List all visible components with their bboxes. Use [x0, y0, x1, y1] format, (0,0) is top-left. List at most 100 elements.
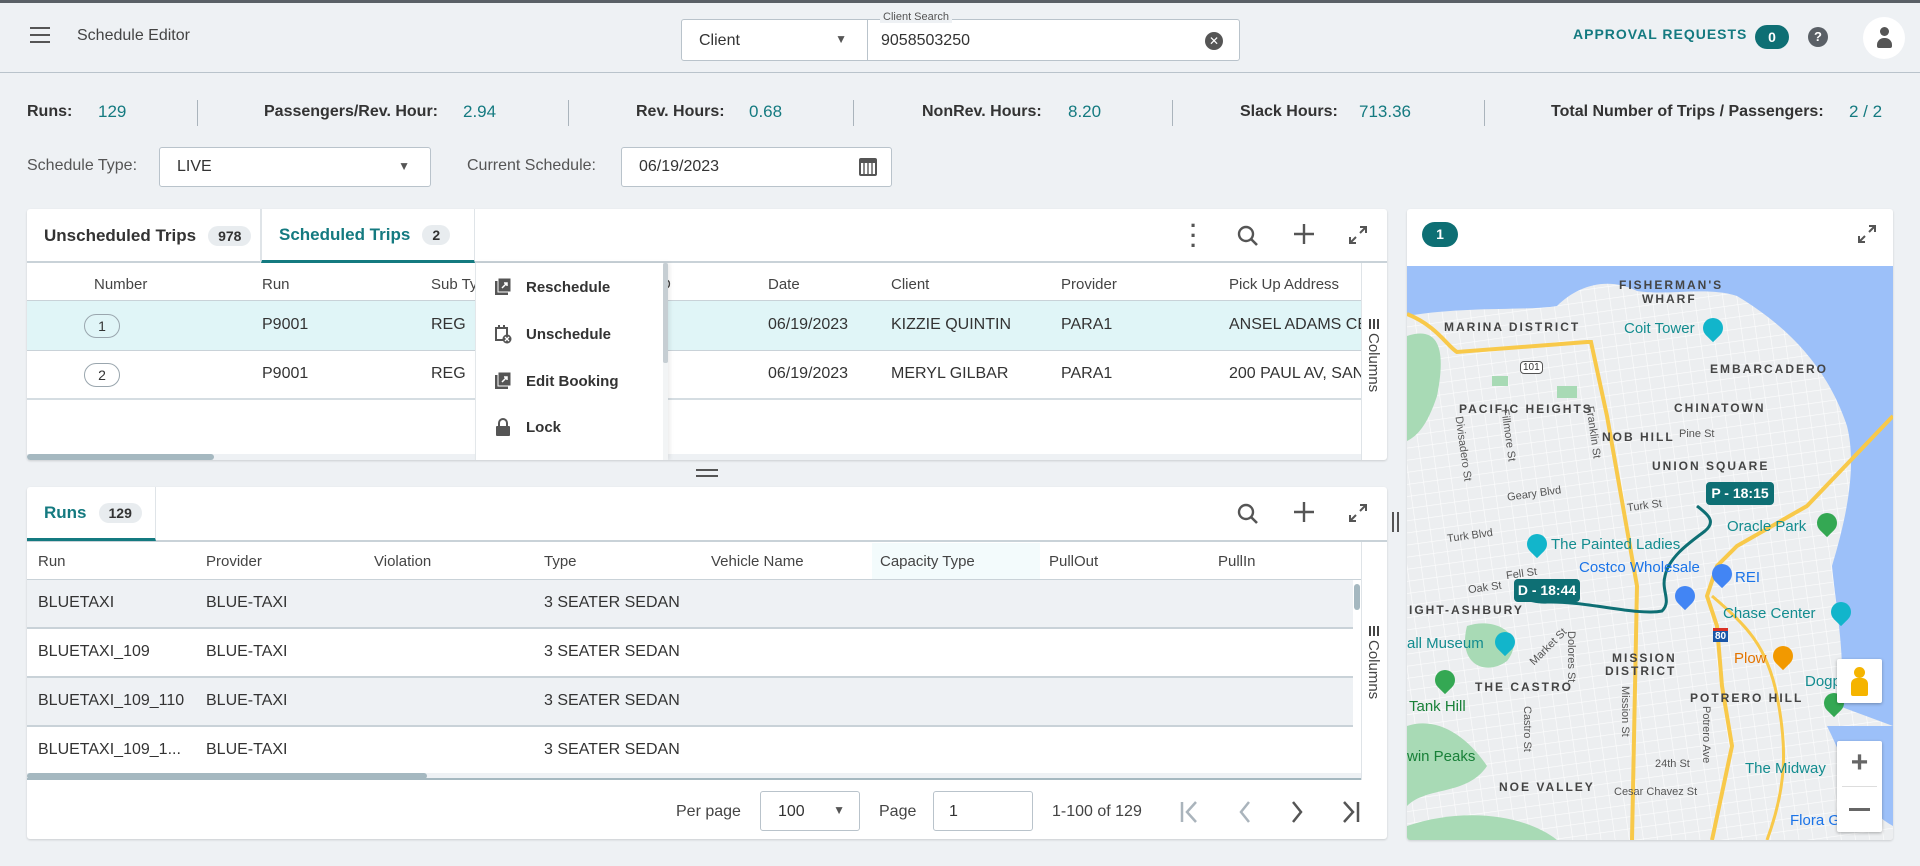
- pickup-marker[interactable]: P - 18:15: [1706, 482, 1774, 505]
- column-header[interactable]: Type: [544, 553, 577, 570]
- cell-date: 06/19/2023: [768, 365, 849, 382]
- column-header[interactable]: Number: [94, 276, 147, 293]
- column-header[interactable]: Capacity Type: [880, 553, 975, 570]
- column-header[interactable]: Run: [38, 553, 66, 570]
- expand-icon[interactable]: [1348, 503, 1368, 523]
- menu-item-reschedule[interactable]: Reschedule: [476, 264, 666, 310]
- calendar-icon[interactable]: [859, 158, 877, 176]
- tab-runs[interactable]: Runs 129: [27, 487, 156, 541]
- per-page-select[interactable]: 100 ▼: [760, 791, 860, 831]
- column-header[interactable]: Vehicle Name: [711, 553, 804, 570]
- horizontal-scrollbar[interactable]: [27, 454, 1361, 460]
- table-row[interactable]: 2 P9001 REG 06/19/2023 MERYL GILBAR PARA…: [27, 351, 1361, 400]
- divider: [853, 100, 854, 126]
- tab-scheduled-trips[interactable]: Scheduled Trips 2: [261, 209, 475, 263]
- column-header[interactable]: PullIn: [1218, 553, 1256, 570]
- tab-unscheduled-trips[interactable]: Unscheduled Trips 978: [27, 209, 261, 263]
- map-label: Cesar Chavez St: [1614, 786, 1698, 798]
- column-header[interactable]: Date: [768, 276, 800, 293]
- map-label: FISHERMAN'S: [1619, 278, 1724, 292]
- map-poi-label: Tank Hill: [1409, 698, 1466, 715]
- stat-total-trips-value: 2 / 2: [1849, 102, 1883, 121]
- table-row[interactable]: BLUETAXI BLUE-TAXI 3 SEATER SEDAN: [27, 580, 1353, 629]
- first-page-icon[interactable]: [1179, 800, 1201, 824]
- previous-page-icon[interactable]: [1237, 800, 1253, 824]
- table-row[interactable]: BLUETAXI_109 BLUE-TAXI 3 SEATER SEDAN: [27, 629, 1353, 678]
- dropoff-marker[interactable]: D - 18:44: [1514, 579, 1580, 602]
- cell-pickup: 200 PAUL AV, SAN: [1229, 365, 1361, 382]
- expand-icon[interactable]: [1348, 225, 1368, 245]
- map-poi-label: Chase Center: [1723, 605, 1816, 622]
- expand-icon[interactable]: [1857, 224, 1877, 244]
- cell-provider: BLUE-TAXI: [206, 643, 288, 660]
- table-row[interactable]: 1 P9001 REG 06/19/2023 KIZZIE QUINTIN PA…: [27, 301, 1361, 351]
- menu-icon[interactable]: [30, 27, 50, 43]
- per-page-label: Per page: [676, 803, 741, 820]
- current-schedule-date-input[interactable]: 06/19/2023: [621, 147, 892, 187]
- menu-item-lock[interactable]: Lock: [476, 404, 666, 450]
- client-search-value: 9058503250: [881, 32, 970, 49]
- divider: [1484, 100, 1485, 126]
- page-range: 1-100 of 129: [1052, 803, 1142, 820]
- column-header[interactable]: Client: [891, 276, 929, 293]
- help-icon[interactable]: ?: [1808, 27, 1828, 47]
- add-icon[interactable]: [1293, 223, 1315, 245]
- stat-passengers-label: Passengers/Rev. Hour:: [264, 103, 438, 120]
- map-label: WHARF: [1642, 292, 1697, 306]
- map-base: [1407, 266, 1893, 840]
- search-icon[interactable]: [1237, 225, 1259, 247]
- map[interactable]: FISHERMAN'S WHARF MARINA DISTRICT Coit T…: [1407, 266, 1893, 840]
- schedule-type-select[interactable]: LIVE ▼: [159, 147, 431, 187]
- last-page-icon[interactable]: [1340, 800, 1362, 824]
- page-label: Page: [879, 803, 917, 820]
- menu-scrollbar[interactable]: [663, 263, 668, 460]
- map-poi-label: Oracle Park: [1727, 518, 1807, 535]
- search-icon[interactable]: [1237, 503, 1259, 525]
- map-poi-label: Dogp: [1805, 673, 1841, 690]
- map-label: MISSION: [1612, 651, 1677, 665]
- column-header[interactable]: PullOut: [1049, 553, 1098, 570]
- stat-total-trips-label: Total Number of Trips / Passengers:: [1551, 103, 1824, 120]
- cell-run: BLUETAXI: [38, 594, 115, 611]
- avatar[interactable]: [1863, 17, 1905, 59]
- reschedule-icon: [495, 277, 512, 295]
- vertical-resize-handle[interactable]: [1392, 512, 1399, 532]
- horizontal-scrollbar[interactable]: [27, 773, 1361, 780]
- vertical-scrollbar[interactable]: [1354, 580, 1360, 773]
- zoom-in-button[interactable]: +: [1837, 741, 1882, 786]
- add-icon[interactable]: [1293, 501, 1315, 523]
- more-options-icon[interactable]: · · ·: [1190, 215, 1197, 257]
- cell-provider: BLUE-TAXI: [206, 692, 288, 709]
- street-view-button[interactable]: [1837, 659, 1882, 703]
- trips-panel: Unscheduled Trips 978 Scheduled Trips 2 · ·…: [27, 209, 1387, 460]
- panel-resize-handle[interactable]: [696, 469, 718, 477]
- search-type-value: Client: [699, 32, 740, 49]
- current-schedule-label: Current Schedule:: [467, 157, 596, 174]
- pegman-icon: [1854, 667, 1865, 678]
- page-input[interactable]: 1: [933, 791, 1033, 831]
- client-search-input[interactable]: Client Search 9058503250 ✕: [867, 11, 1240, 61]
- column-header[interactable]: Sub Ty: [431, 276, 477, 293]
- column-header[interactable]: Provider: [1061, 276, 1117, 293]
- zoom-out-button[interactable]: [1837, 787, 1882, 832]
- menu-item-label: Reschedule: [526, 278, 611, 296]
- chevron-down-icon: ▼: [835, 32, 847, 46]
- menu-item-unschedule[interactable]: Unschedule: [476, 311, 666, 357]
- column-header[interactable]: Violation: [374, 553, 431, 570]
- column-header[interactable]: Provider: [206, 553, 262, 570]
- cell-run: BLUETAXI_109: [38, 643, 150, 660]
- columns-toggle[interactable]: Columns: [1361, 263, 1387, 460]
- table-row[interactable]: BLUETAXI_109_1... BLUE-TAXI 3 SEATER SEDAN: [27, 727, 1353, 776]
- next-page-icon[interactable]: [1289, 800, 1305, 824]
- cell-provider: PARA1: [1061, 316, 1113, 333]
- column-header[interactable]: Pick Up Address: [1229, 276, 1339, 293]
- column-header[interactable]: Run: [262, 276, 290, 293]
- columns-toggle[interactable]: Columns: [1361, 542, 1387, 780]
- table-row[interactable]: BLUETAXI_109_110 BLUE-TAXI 3 SEATER SEDAN: [27, 678, 1353, 727]
- menu-item-edit-booking[interactable]: Edit Booking: [476, 358, 666, 404]
- divider: [1172, 100, 1173, 126]
- search-type-select[interactable]: Client ▼: [681, 19, 868, 61]
- clear-icon[interactable]: ✕: [1205, 32, 1223, 50]
- approval-requests-link[interactable]: APPROVAL REQUESTS: [1573, 26, 1747, 42]
- stat-slack-hours-value: 713.36: [1359, 102, 1411, 121]
